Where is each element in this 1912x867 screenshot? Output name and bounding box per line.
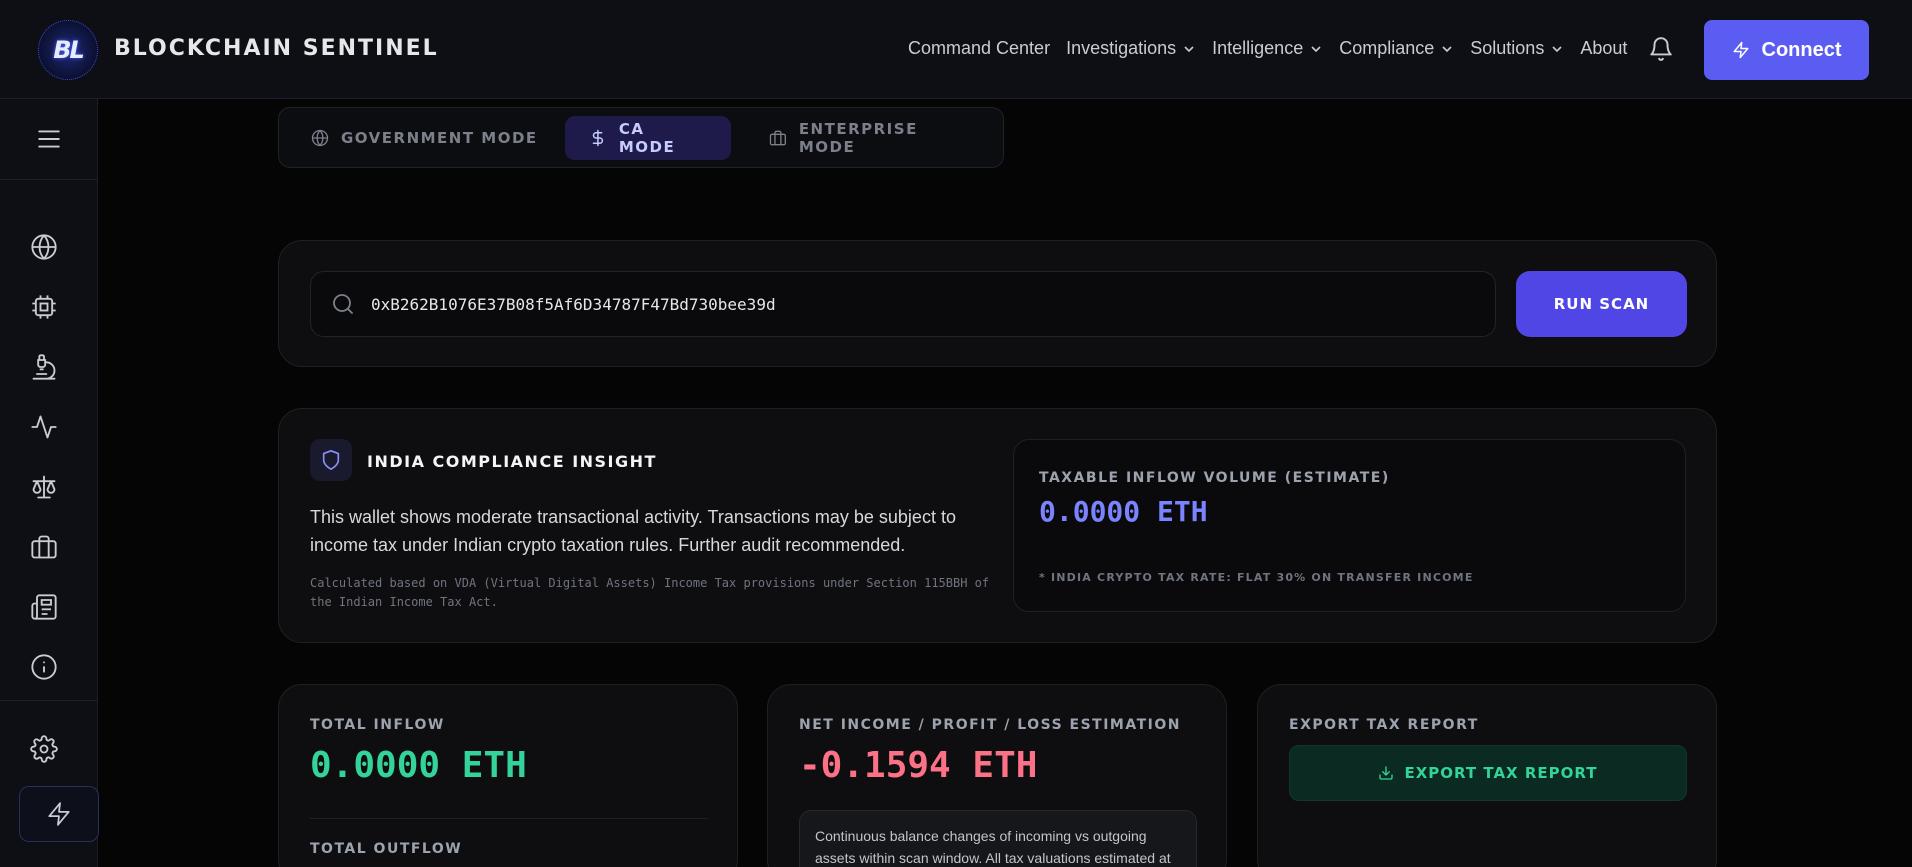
chevron-down-icon — [1442, 45, 1452, 52]
bell-icon[interactable] — [1648, 36, 1674, 62]
nav-label: About — [1580, 38, 1628, 58]
nav-label: Investigations — [1066, 38, 1177, 58]
bolt-icon — [1733, 41, 1748, 59]
chevron-down-icon — [1184, 45, 1194, 52]
insight-title: INDIA COMPLIANCE INSIGHT — [367, 452, 657, 471]
briefcase-icon[interactable] — [30, 533, 58, 561]
total-inflow-label: TOTAL INFLOW — [310, 717, 445, 733]
tax-rate-footnote: * INDIA CRYPTO TAX RATE: FLAT 30% ON TRA… — [1039, 571, 1474, 584]
tab-label: GOVERNMENT MODE — [341, 129, 538, 147]
sidebar-header — [0, 99, 97, 180]
info-icon[interactable] — [30, 653, 58, 681]
shield-icon — [322, 450, 340, 470]
wallet-search-card: RUN SCAN — [278, 240, 1717, 367]
tab-ca-mode[interactable]: CA MODE — [565, 116, 731, 160]
briefcase-icon — [769, 130, 786, 146]
logo-text: BL — [53, 36, 85, 64]
total-inflow-value: 0.0000 ETH — [310, 745, 527, 786]
brand-logo[interactable]: BL — [38, 20, 98, 80]
inflow-outflow-card: TOTAL INFLOW 0.0000 ETH TOTAL OUTFLOW — [278, 684, 738, 867]
total-outflow-label: TOTAL OUTFLOW — [310, 841, 463, 857]
mode-switcher: GOVERNMENT MODE CA MODE ENTERPRISE MODE — [278, 107, 1004, 168]
shield-badge — [310, 439, 352, 481]
nav-label: Command Center — [908, 38, 1051, 58]
nav-investigations[interactable]: Investigations — [1066, 38, 1194, 59]
top-navigation-bar: BL BLOCKCHAIN SENTINEL Command Center In… — [0, 0, 1912, 99]
sidebar-divider — [0, 700, 98, 701]
chevron-down-icon — [1552, 45, 1562, 52]
nav-about[interactable]: About — [1580, 38, 1627, 59]
taxable-inflow-panel: TAXABLE INFLOW VOLUME (ESTIMATE) 0.0000 … — [1013, 439, 1686, 612]
nav-label: Solutions — [1470, 38, 1545, 58]
export-tax-report-button[interactable]: EXPORT TAX REPORT — [1289, 745, 1687, 801]
globe-icon — [311, 129, 329, 147]
nav-label: Compliance — [1339, 38, 1435, 58]
compliance-insight-card: INDIA COMPLIANCE INSIGHT This wallet sho… — [278, 408, 1717, 643]
net-income-label: NET INCOME / PROFIT / LOSS ESTIMATION — [799, 717, 1181, 733]
taxable-inflow-label: TAXABLE INFLOW VOLUME (ESTIMATE) — [1039, 470, 1390, 486]
main-nav: Command Center Investigations Intelligen… — [908, 38, 1627, 59]
nav-compliance[interactable]: Compliance — [1339, 38, 1452, 59]
microscope-icon[interactable] — [30, 353, 58, 381]
insight-description: This wallet shows moderate transactional… — [310, 507, 956, 555]
nav-label: Intelligence — [1212, 38, 1304, 58]
dollar-icon — [592, 129, 604, 147]
tab-label: CA MODE — [618, 120, 676, 156]
sidebar — [0, 99, 99, 867]
gear-icon[interactable] — [30, 735, 58, 763]
insight-footnote: Calculated based on VDA (Virtual Digital… — [310, 576, 990, 609]
activity-icon[interactable] — [30, 413, 58, 441]
run-scan-button[interactable]: RUN SCAN — [1516, 271, 1687, 337]
net-income-card: NET INCOME / PROFIT / LOSS ESTIMATION -0… — [767, 684, 1227, 867]
tab-label: ENTERPRISE MODE — [798, 120, 918, 156]
nav-command-center[interactable]: Command Center — [908, 38, 1050, 59]
chip-icon[interactable] — [30, 293, 58, 321]
connect-label: Connect — [1761, 38, 1842, 61]
search-icon — [333, 294, 353, 314]
download-icon — [1379, 766, 1394, 780]
tab-government-mode[interactable]: GOVERNMENT MODE — [287, 116, 562, 160]
newspaper-icon[interactable] — [30, 593, 58, 621]
brand-name[interactable]: BLOCKCHAIN SENTINEL — [114, 36, 439, 61]
card-divider — [310, 818, 708, 819]
taxable-inflow-value: 0.0000 ETH — [1039, 495, 1208, 528]
nav-solutions[interactable]: Solutions — [1470, 38, 1562, 59]
export-report-label: EXPORT TAX REPORT — [1289, 717, 1479, 733]
net-income-value: -0.1594 ETH — [799, 745, 1038, 786]
wallet-search-box[interactable] — [310, 271, 1496, 337]
scale-icon[interactable] — [30, 473, 58, 501]
chevron-down-icon — [1311, 45, 1321, 52]
export-button-label: EXPORT TAX REPORT — [1404, 764, 1598, 782]
wallet-address-input[interactable] — [371, 294, 1471, 314]
quick-action-button[interactable] — [19, 786, 99, 842]
export-report-card: EXPORT TAX REPORT EXPORT TAX REPORT — [1257, 684, 1717, 867]
menu-icon[interactable] — [36, 126, 62, 152]
connect-button[interactable]: Connect — [1704, 20, 1869, 80]
nav-intelligence[interactable]: Intelligence — [1212, 38, 1321, 59]
globe-icon[interactable] — [30, 233, 58, 261]
net-income-note: Continuous balance changes of incoming v… — [799, 810, 1197, 867]
tab-enterprise-mode[interactable]: ENTERPRISE MODE — [745, 116, 1003, 160]
bolt-icon — [48, 802, 70, 826]
